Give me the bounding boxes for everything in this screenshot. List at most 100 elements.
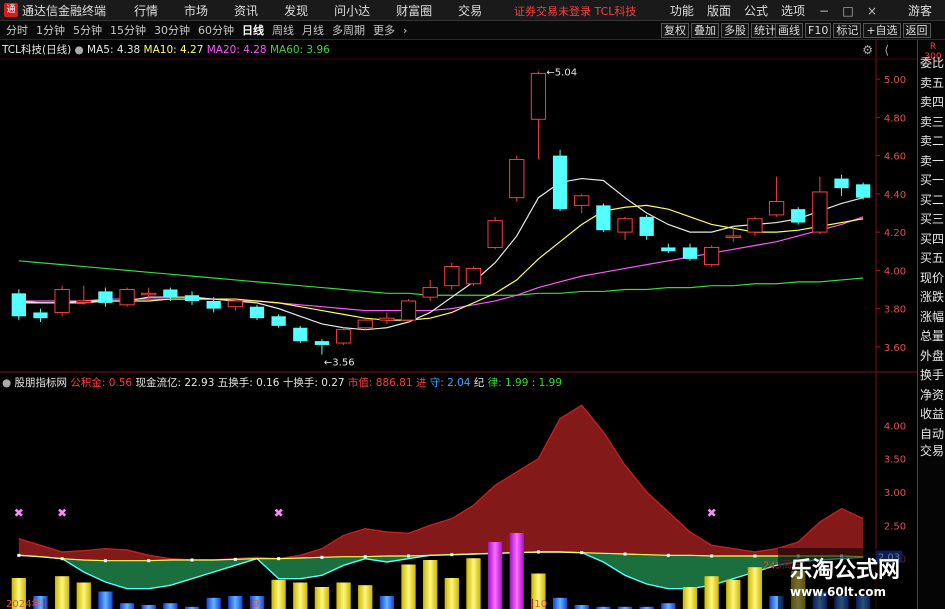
candle-body — [400, 300, 417, 321]
candle-body — [487, 220, 503, 248]
baseline-dot — [666, 553, 670, 557]
biaoji-button[interactable]: 标记 — [833, 23, 862, 38]
trade-login-notice[interactable]: 证券交易未登录 TCL科技 — [514, 3, 636, 19]
menu-item-jiaoyi[interactable]: 交易 — [458, 2, 482, 19]
guest-label[interactable]: 游客 — [908, 2, 932, 19]
baseline-dot — [60, 557, 64, 561]
chevron-right-icon[interactable]: › — [399, 24, 411, 37]
baseline-dot — [103, 559, 107, 563]
menu-item-gongneng[interactable]: 功能 — [670, 2, 694, 19]
candle-body — [617, 218, 633, 233]
indicator-bar — [141, 605, 156, 609]
menu-item-xuanxiang[interactable]: 选项 — [781, 2, 805, 19]
quote-label: 外盘 — [920, 348, 945, 363]
period-tab-more[interactable]: 更多 — [369, 22, 399, 38]
quote-label[interactable]: 交易 — [920, 444, 944, 459]
menu-item-banmian[interactable]: 版面 — [707, 2, 731, 19]
settings-gear-icon[interactable]: ⚙ — [862, 43, 873, 57]
indicator-bar — [293, 582, 308, 609]
period-tab-monthly[interactable]: 月线 — [298, 22, 328, 38]
candle-body — [552, 155, 568, 210]
period-tab-1min[interactable]: 1分钟 — [32, 22, 69, 38]
date-label: 9 — [253, 599, 259, 609]
period-tab-30min[interactable]: 30分钟 — [150, 22, 194, 38]
indicator-bar — [509, 533, 524, 609]
duogu-button[interactable]: 多股 — [721, 23, 749, 38]
quote-label: 买一 — [920, 173, 945, 187]
watermark-url: www.60lt.com — [790, 585, 887, 599]
candle-body — [357, 319, 373, 329]
indicator-bar — [574, 605, 589, 609]
indicator-bar — [206, 597, 221, 609]
period-tab-15min[interactable]: 15分钟 — [106, 22, 150, 38]
quote-label: 卖四 — [920, 95, 945, 109]
indicator-bar — [336, 582, 351, 609]
indicator-bar — [466, 558, 481, 609]
candle-body — [725, 235, 741, 238]
minimize-icon[interactable]: − — [818, 5, 830, 17]
back-button[interactable]: 返回 — [902, 23, 931, 38]
menu-item-gongshi[interactable]: 公式 — [744, 2, 768, 19]
menu-item-shichang[interactable]: 市场 — [184, 2, 208, 19]
candle-body — [163, 289, 178, 298]
ma-legend-item: MA60: 3.96 — [269, 44, 330, 56]
baseline-dot — [536, 550, 540, 554]
sub-legend-item: 律: 1.99 : 1.99 — [484, 377, 562, 389]
ma60-line — [18, 260, 864, 296]
sub-axis-label: 3.50 — [884, 455, 906, 466]
f10-button[interactable]: F10 — [805, 23, 832, 38]
menu-item-hangqing[interactable]: 行情 — [134, 2, 158, 19]
diejia-button[interactable]: 叠加 — [691, 23, 719, 38]
candle-body — [768, 201, 785, 216]
price-axis-label: 3.60 — [884, 343, 906, 354]
sub-legend-toggle-icon[interactable]: ● — [2, 377, 15, 389]
candle-body — [444, 266, 460, 287]
kline-chart-svg[interactable]: 5.00 4.80 4.60 4.40 4.20 4.00 3.80 3.60 ←5.04 ←3.… — [0, 40, 917, 609]
menu-item-zixun[interactable]: 资讯 — [234, 2, 258, 19]
indicator-bar — [401, 564, 416, 609]
add-watchlist-button[interactable]: +自选 — [863, 23, 901, 38]
indicator-bar — [98, 591, 113, 609]
candle-body — [227, 300, 243, 308]
sub-legend-item: 守: 2.04 — [426, 377, 471, 389]
quote-label[interactable]: 自动 — [920, 427, 944, 442]
quote-label: 总量 — [920, 329, 945, 343]
indicator-bar — [423, 560, 438, 609]
sub-legend-item: 现金流亿: 22.93 — [132, 377, 215, 389]
candle-body — [596, 205, 611, 231]
indicator-bar — [661, 603, 676, 609]
price-axis-label: 4.40 — [884, 190, 906, 201]
app-title: 通达信金融终端 — [22, 3, 107, 18]
quote-side-column: R 300 委比 卖五 卖四 卖三 卖二 卖一 买一 买二 买三 买四 买五 现价 涨跌 涨幅 总量 外盘 换手… — [917, 40, 945, 609]
indicator-red-area — [18, 405, 864, 561]
legend-toggle-icon[interactable]: ● — [75, 44, 88, 56]
candle-body — [856, 184, 871, 198]
quote-label: 买五 — [920, 251, 945, 265]
chart-area[interactable]: 5.00 4.80 4.60 4.40 4.20 4.00 3.80 3.60 ←5.04 ←3.… — [0, 40, 917, 609]
menu-item-caifuquan[interactable]: 财富圈 — [396, 2, 432, 19]
candle-body — [661, 247, 676, 252]
candle-body — [11, 293, 26, 317]
candle-body — [703, 246, 720, 266]
period-tab-fenshi[interactable]: 分时 — [0, 22, 32, 38]
quote-label: 换手 — [920, 368, 945, 382]
period-tab-weekly[interactable]: 周线 — [268, 22, 298, 38]
menu-item-wenxiaoda[interactable]: 问小达 — [334, 2, 370, 19]
high-price-annotation: ←5.04 — [546, 67, 577, 78]
close-icon[interactable]: × — [866, 5, 878, 17]
toolbar-right-group: 画线 F10 标记 +自选 返回 — [775, 21, 933, 40]
period-tab-60min[interactable]: 60分钟 — [194, 22, 238, 38]
fuquan-button[interactable]: 复权 — [661, 23, 689, 38]
signal-marker-icon: ✖ — [57, 506, 67, 520]
period-tab-multi[interactable]: 多周期 — [328, 22, 369, 38]
maximize-icon[interactable]: □ — [842, 5, 854, 17]
candle-body — [98, 291, 113, 303]
candle-body — [682, 247, 698, 259]
signal-marker-icon: ✖ — [274, 506, 284, 520]
collapse-arrow-icon[interactable]: ⟨ — [884, 43, 889, 57]
period-tab-daily[interactable]: 日线 — [238, 22, 268, 38]
menu-item-faxian[interactable]: 发现 — [284, 2, 308, 19]
period-tab-5min[interactable]: 5分钟 — [69, 22, 106, 38]
signal-marker-icon: ✖ — [707, 506, 717, 520]
huaxian-button[interactable]: 画线 — [775, 23, 803, 38]
